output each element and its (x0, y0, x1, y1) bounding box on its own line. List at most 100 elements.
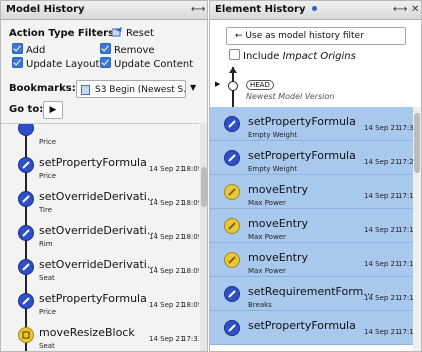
link-icon (224, 320, 240, 336)
item-date: 14 Sep 21 (149, 267, 185, 275)
item-time: 18:09 (182, 165, 199, 173)
item-time: 18:09 (182, 301, 199, 309)
item-sub: Price (39, 172, 57, 180)
collapse-horizontal-icon[interactable]: ⟷ (191, 1, 205, 19)
bookmark-icon (81, 85, 90, 95)
expand-arrow-icon[interactable]: ▶ (215, 80, 220, 88)
item-title: moveResizeBlock (39, 326, 135, 339)
item-sub: Price (39, 308, 57, 316)
item-date: 14 Sep 21 (149, 165, 185, 173)
item-sub: Breaks (248, 301, 272, 309)
move-icon (224, 252, 240, 268)
action-type-filters-label: Action Type Filters: (9, 28, 119, 39)
model-history-titlebar: Model History ⟷ (1, 1, 207, 20)
include-impact-origins-checkbox[interactable]: Include Impact Origins (229, 49, 356, 62)
list-item[interactable]: moveResizeBlock Seat 14 Sep 21 17:33 (1, 318, 199, 351)
model-history-title: Model History (6, 4, 85, 15)
goto-play-button[interactable]: ▶ (43, 101, 63, 119)
item-title: setPropertyFormula (39, 292, 147, 305)
link-icon (18, 191, 34, 207)
element-history-title: Element History (215, 4, 306, 15)
reset-button[interactable]: Reset (111, 27, 154, 39)
model-history-panel: Model History ⟷ Action Type Filters: Res… (0, 0, 208, 352)
item-time: 18:09 (182, 199, 199, 207)
move-icon (224, 184, 240, 200)
filter-add-label: Add (26, 45, 46, 56)
bookmarks-value: S3 Begin (Newest S... (95, 85, 186, 95)
collapse-horizontal-icon[interactable]: ⟷ (393, 1, 407, 19)
list-item[interactable]: setPropertyFormula Empty Weight 14 Sep 2… (210, 107, 414, 141)
list-item[interactable]: Price (1, 124, 199, 148)
filter-update-content-label: Update Content (114, 59, 194, 70)
item-time: 17:18 (398, 226, 414, 234)
list-item[interactable]: setRequirementForm... Breaks 14 Sep 21 1… (210, 277, 414, 311)
item-title: setPropertyFormula (248, 149, 356, 162)
list-item[interactable]: setOverrideDerivati... Seat 14 Sep 21 18… (1, 250, 199, 284)
item-sub: Empty Weight (248, 131, 298, 139)
impact-origins-label: Impact Origins (282, 51, 356, 62)
include-label: Include (243, 51, 280, 62)
link-icon (18, 124, 34, 136)
item-sub: Max Power (248, 233, 286, 241)
element-history-list: setPropertyFormula Empty Weight 14 Sep 2… (210, 107, 414, 351)
scrollbar-thumb[interactable] (201, 167, 207, 207)
list-item[interactable]: moveEntry Max Power 14 Sep 21 17:18 (210, 209, 414, 243)
item-date: 14 Sep 21 (364, 124, 400, 132)
filter-update-content-checkbox[interactable]: Update Content (100, 57, 193, 70)
item-date: 14 Sep 21 (364, 158, 400, 166)
item-time: 17:18 (398, 294, 414, 302)
item-time: 18:09 (182, 233, 199, 241)
list-item[interactable]: setPropertyFormula 14 Sep 21 17:18 (210, 311, 414, 345)
timeline-up-arrow-icon (229, 67, 237, 73)
close-icon[interactable]: ✕ (411, 1, 419, 19)
list-item[interactable]: setPropertyFormula Price 14 Sep 21 18:09 (1, 284, 199, 318)
item-title: setRequirementForm... (248, 285, 374, 298)
filter-update-layout-checkbox[interactable]: Update Layout (12, 57, 99, 70)
list-item[interactable]: setOverrideDerivati... Tire 14 Sep 21 18… (1, 182, 199, 216)
head-node-icon (228, 81, 238, 91)
item-title: moveEntry (248, 183, 308, 196)
item-sub: Tire (39, 206, 53, 214)
bookmarks-dropdown-arrow-icon[interactable]: ▼ (190, 83, 196, 92)
item-sub: Seat (39, 342, 55, 350)
filter-update-layout-label: Update Layout (26, 59, 100, 70)
item-title: setPropertyFormula (248, 115, 356, 128)
link-icon (18, 259, 34, 275)
list-item[interactable]: setPropertyFormula Price 14 Sep 21 18:09 (1, 148, 199, 182)
list-item[interactable]: setPropertyFormula Empty Weight 14 Sep 2… (210, 141, 414, 175)
model-history-list: Price setPropertyFormula Price 14 Sep 21… (1, 123, 199, 351)
filter-add-checkbox[interactable]: Add (12, 43, 45, 56)
element-history-scrollbar[interactable] (413, 107, 421, 351)
item-sub: Max Power (248, 199, 286, 207)
model-history-scrollbar[interactable] (200, 123, 207, 351)
link-icon (18, 157, 34, 173)
item-sub: Seat (39, 274, 55, 282)
list-item[interactable]: moveEntry Max Power 14 Sep 21 17:18 (210, 175, 414, 209)
scrollbar-thumb[interactable] (414, 113, 420, 173)
checkbox-checked-icon (12, 57, 23, 68)
bookmarks-label: Bookmarks: (9, 83, 76, 94)
item-date: 14 Sep 21 (364, 294, 400, 302)
bookmarks-dropdown[interactable]: S3 Begin (Newest S... (76, 80, 186, 98)
checkbox-checked-icon (12, 43, 23, 54)
item-title: moveEntry (248, 251, 308, 264)
checkbox-checked-icon (100, 43, 111, 54)
use-as-filter-button[interactable]: ← Use as model history filter (226, 27, 406, 45)
head-badge: HEAD (246, 80, 274, 90)
item-date: 14 Sep 21 (149, 233, 185, 241)
item-time: 17:18 (398, 192, 414, 200)
link-icon (224, 116, 240, 132)
item-title: setOverrideDerivati... (39, 258, 158, 271)
item-sub: Empty Weight (248, 165, 298, 173)
checkbox-checked-icon (100, 57, 111, 68)
item-title: setOverrideDerivati... (39, 190, 158, 203)
item-sub: Price (39, 138, 57, 146)
checkbox-unchecked-icon (229, 49, 240, 60)
item-time: 17:18 (398, 328, 414, 336)
link-icon (18, 293, 34, 309)
filter-remove-checkbox[interactable]: Remove (100, 43, 155, 56)
list-item[interactable]: moveEntry Max Power 14 Sep 21 17:18 (210, 243, 414, 277)
reset-label: Reset (126, 28, 154, 39)
list-item[interactable]: setOverrideDerivati... Rim 14 Sep 21 18:… (1, 216, 199, 250)
link-icon (224, 150, 240, 166)
